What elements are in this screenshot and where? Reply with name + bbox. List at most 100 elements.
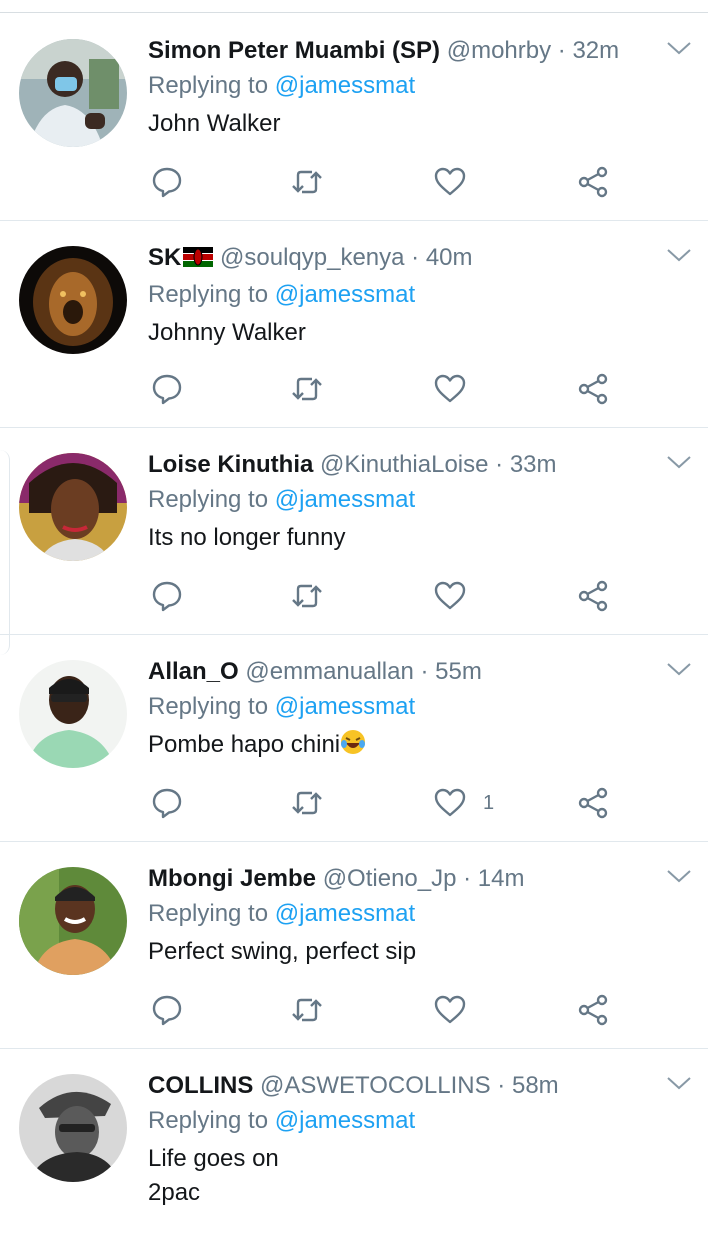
mention-link[interactable]: @jamessmat [275, 1107, 415, 1134]
retweet-button[interactable] [290, 783, 324, 823]
tweet-text: Life goes on 2pac [148, 1145, 279, 1206]
avatar[interactable] [19, 453, 127, 561]
tweet-header: COLLINS @ASWETOCOLLINS · 58m [148, 1069, 638, 1103]
share-button[interactable] [576, 576, 610, 616]
share-button[interactable] [576, 990, 610, 1030]
separator-dot: · [404, 244, 426, 271]
mention-link[interactable]: @jamessmat [275, 900, 415, 927]
user-handle[interactable]: @soulqyp_kenya [220, 244, 404, 271]
reply-button[interactable] [150, 783, 184, 823]
user-handle[interactable]: @emmanuallan [245, 658, 413, 685]
timestamp[interactable]: 33m [510, 451, 557, 478]
tweet[interactable]: Mbongi Jembe @Otieno_Jp · 14m Replying t… [0, 842, 708, 1049]
chevron-down-icon[interactable] [666, 866, 692, 886]
tweet[interactable]: Allan_O @emmanuallan · 55m Replying to @… [0, 635, 708, 842]
like-button[interactable] [433, 162, 467, 202]
top-divider [0, 12, 708, 13]
chevron-down-icon[interactable] [666, 245, 692, 265]
reply-icon [152, 167, 182, 198]
display-name[interactable]: SK [148, 244, 181, 271]
replying-to: Replying to @jamessmat [148, 1103, 638, 1139]
user-handle[interactable]: @Otieno_Jp [323, 865, 457, 892]
avatar[interactable] [19, 1074, 127, 1182]
timestamp[interactable]: 32m [572, 37, 619, 64]
retweet-icon [292, 170, 322, 194]
tweet-text-container: Pombe hapo chini [148, 728, 638, 765]
like-button[interactable]: 1 [433, 783, 494, 823]
separator-dot: · [551, 37, 573, 64]
tweet-header: Simon Peter Muambi (SP) @mohrby · 32m [148, 34, 638, 68]
avatar[interactable] [19, 660, 127, 768]
chevron-down-icon[interactable] [666, 1073, 692, 1093]
mention-link[interactable]: @jamessmat [275, 72, 415, 99]
reply-icon [152, 581, 182, 612]
heart-icon [434, 581, 466, 610]
reply-icon [152, 995, 182, 1026]
avatar[interactable] [19, 867, 127, 975]
replying-to-label: Replying to [148, 1107, 269, 1134]
tweet-header: Allan_O @emmanuallan · 55m [148, 655, 638, 689]
chevron-down-icon[interactable] [666, 38, 692, 58]
reply-button[interactable] [150, 162, 184, 202]
chevron-down-icon[interactable] [666, 452, 692, 472]
retweet-icon [292, 791, 322, 815]
timestamp[interactable]: 58m [512, 1072, 559, 1099]
display-name[interactable]: COLLINS [148, 1072, 253, 1099]
retweet-button[interactable] [290, 369, 324, 409]
display-name[interactable]: Loise Kinuthia [148, 451, 313, 478]
timestamp[interactable]: 14m [478, 865, 525, 892]
heart-icon [434, 167, 466, 196]
heart-icon [434, 374, 466, 403]
tweet[interactable]: Loise Kinuthia @KinuthiaLoise · 33m Repl… [0, 428, 708, 635]
kenya-flag-icon [183, 243, 214, 277]
reply-button[interactable] [150, 576, 184, 616]
tweet-header: Loise Kinuthia @KinuthiaLoise · 33m [148, 448, 638, 482]
like-button[interactable] [433, 576, 467, 616]
retweet-button[interactable] [290, 162, 324, 202]
share-icon [578, 373, 608, 405]
replying-to-label: Replying to [148, 900, 269, 927]
share-button[interactable] [576, 783, 610, 823]
replying-to-label: Replying to [148, 693, 269, 720]
display-name[interactable]: Simon Peter Muambi (SP) [148, 37, 440, 64]
tweet[interactable]: SK @soulqyp_kenya · 40m Replying to @jam… [0, 221, 708, 428]
user-handle[interactable]: @mohrby [447, 37, 551, 64]
reply-button[interactable] [150, 369, 184, 409]
mention-link[interactable]: @jamessmat [275, 486, 415, 513]
chevron-down-icon[interactable] [666, 659, 692, 679]
timestamp[interactable]: 55m [435, 658, 482, 685]
retweet-button[interactable] [290, 990, 324, 1030]
retweet-icon [292, 998, 322, 1022]
like-button[interactable] [433, 369, 467, 409]
tweet[interactable]: Simon Peter Muambi (SP) @mohrby · 32m Re… [0, 14, 708, 221]
tweet[interactable]: COLLINS @ASWETOCOLLINS · 58m Replying to… [0, 1049, 708, 1255]
display-name[interactable]: Allan_O [148, 658, 239, 685]
share-button[interactable] [576, 162, 610, 202]
heart-icon [434, 995, 466, 1024]
separator-dot: · [413, 658, 436, 685]
reply-icon [152, 788, 182, 819]
replying-to: Replying to @jamessmat [148, 277, 638, 313]
tweet-header: Mbongi Jembe @Otieno_Jp · 14m [148, 862, 638, 896]
avatar[interactable] [19, 246, 127, 354]
replying-to: Replying to @jamessmat [148, 689, 638, 725]
timestamp[interactable]: 40m [426, 244, 473, 271]
mention-link[interactable]: @jamessmat [275, 693, 415, 720]
retweet-button[interactable] [290, 576, 324, 616]
reply-button[interactable] [150, 990, 184, 1030]
share-icon [578, 787, 608, 819]
tweet-actions [148, 369, 618, 409]
avatar[interactable] [19, 39, 127, 147]
user-handle[interactable]: @KinuthiaLoise [320, 451, 488, 478]
tweet-text: Its no longer funny [148, 524, 346, 551]
replying-to: Replying to @jamessmat [148, 68, 638, 104]
replying-to-label: Replying to [148, 72, 269, 99]
tweet-text: Johnny Walker [148, 319, 306, 346]
mention-link[interactable]: @jamessmat [275, 281, 415, 308]
share-button[interactable] [576, 369, 610, 409]
user-handle[interactable]: @ASWETOCOLLINS [260, 1072, 491, 1099]
reply-icon [152, 374, 182, 405]
display-name[interactable]: Mbongi Jembe [148, 865, 316, 892]
like-button[interactable] [433, 990, 467, 1030]
separator-dot: · [456, 865, 478, 892]
